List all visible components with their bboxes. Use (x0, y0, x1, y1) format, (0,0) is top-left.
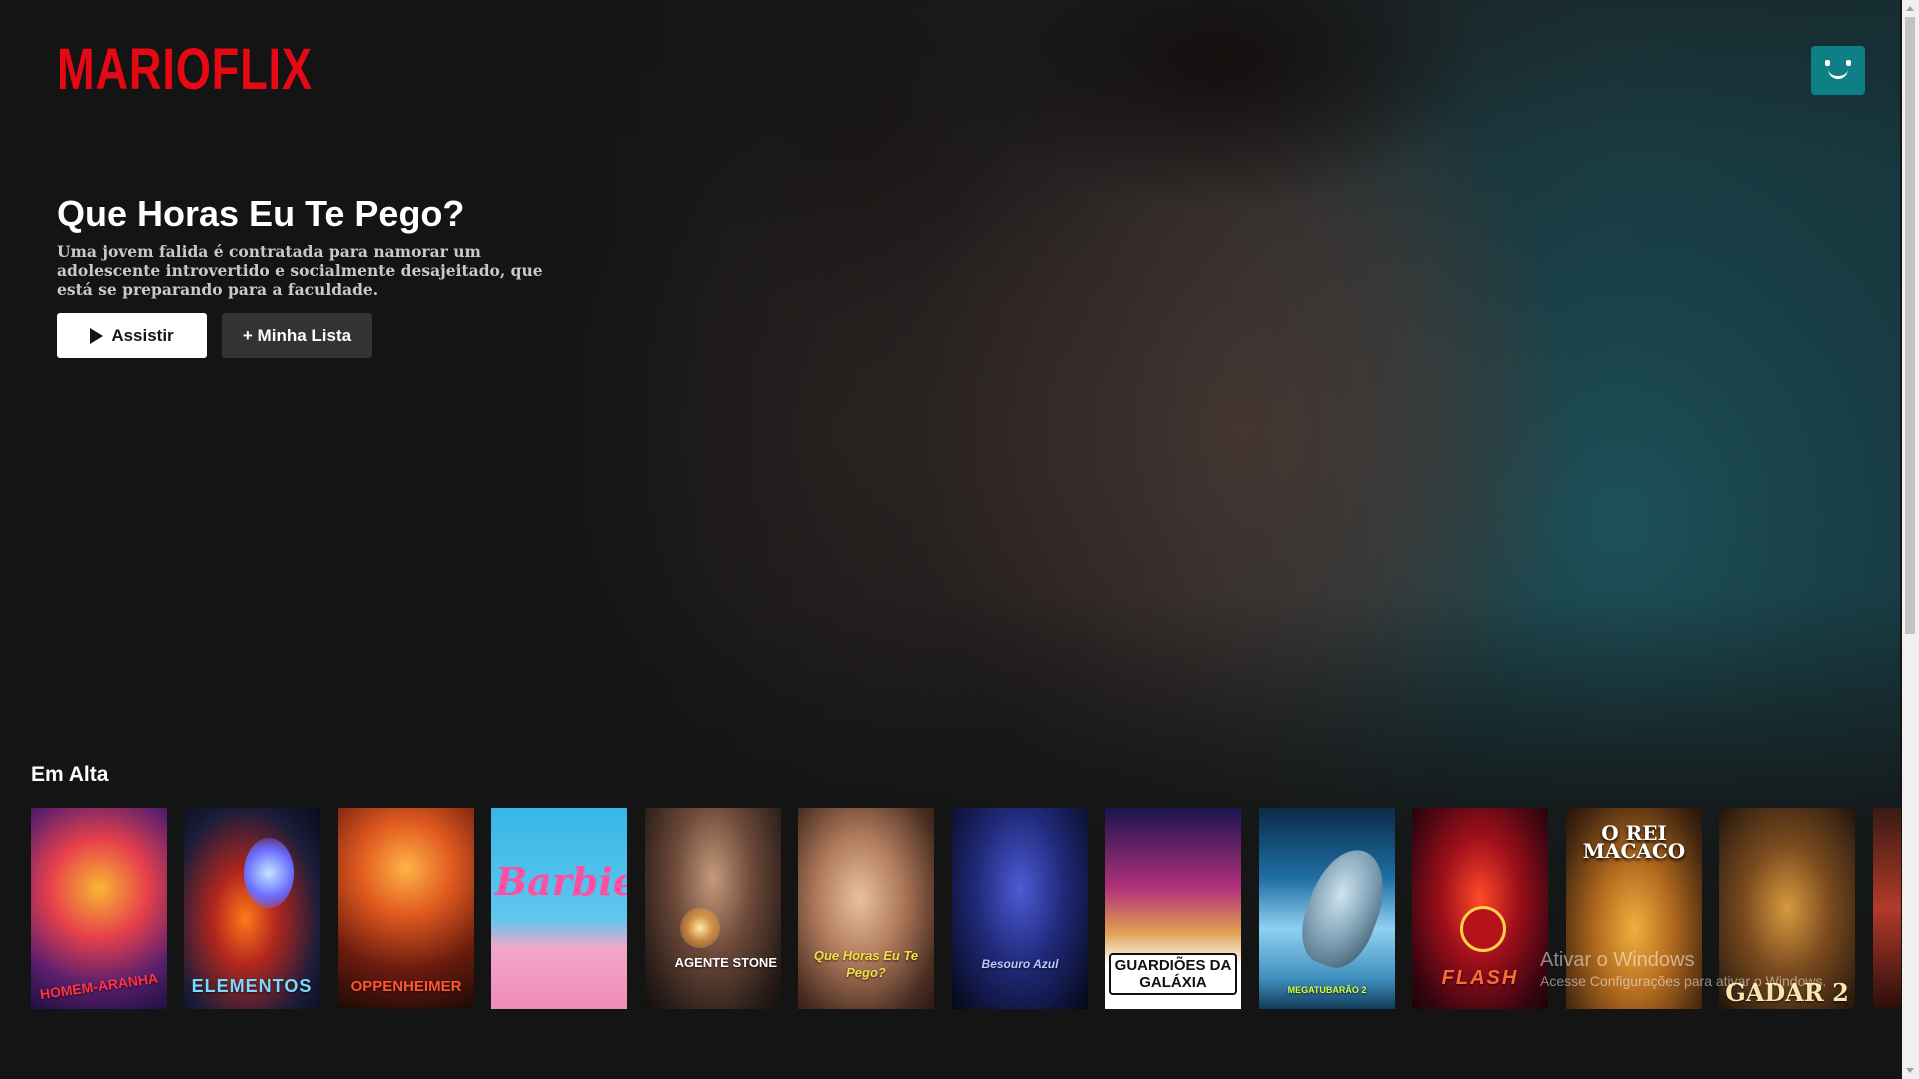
smiley-face-icon (1828, 68, 1848, 79)
poster-guardioes-da-galaxia[interactable]: GUARDIÕES DA GALÁXIA (1105, 808, 1241, 1009)
poster-flash[interactable]: FLASH (1412, 808, 1548, 1009)
poster-title: O REI MACACO (1582, 821, 1686, 863)
poster-title: ELEMENTOS (191, 976, 313, 996)
poster-title: GUARDIÕES DA GALÁXIA (1109, 953, 1237, 995)
featured-info: Que Horas Eu Te Pego? Uma jovem falida é… (57, 192, 577, 299)
watermark-title: Ativar o Windows (1540, 949, 1695, 971)
featured-actions: Assistir + Minha Lista (57, 313, 372, 358)
poster-title: Que Horas Eu Te Pego? (813, 948, 919, 980)
poster-partial[interactable] (1873, 808, 1901, 1009)
poster-title: Besouro Azul (981, 957, 1059, 971)
my-list-button-label: + Minha Lista (242, 325, 352, 345)
avatar-right-eye (1846, 60, 1851, 66)
poster-agente-stone[interactable]: AGENTE STONE (645, 808, 781, 1009)
poster-que-horas-eu-te-pego[interactable]: Que Horas Eu Te Pego? (798, 808, 934, 1009)
poster-title: AGENTE STONE (674, 955, 777, 970)
poster-barbie[interactable]: Barbie (491, 808, 627, 1009)
avatar-left-eye (1825, 60, 1830, 66)
scroll-down-arrow-icon[interactable] (1906, 1068, 1914, 1073)
play-button-label: Assistir (111, 325, 174, 345)
page: MARIOFLIX Que Horas Eu Te Pego? Uma jove… (0, 0, 1919, 1079)
marioflix-logo[interactable]: MARIOFLIX (57, 38, 313, 102)
poster-oppenheimer[interactable]: OPPENHEIMER (338, 808, 474, 1009)
poster-elementos[interactable]: ELEMENTOS (184, 808, 320, 1009)
poster-art (244, 838, 294, 908)
vertical-scrollbar[interactable] (1902, 0, 1919, 1079)
poster-title: HOMEM-ARANHA (38, 969, 159, 1003)
scroll-up-arrow-icon[interactable] (1906, 6, 1914, 11)
poster-besouro-azul[interactable]: Besouro Azul (952, 808, 1088, 1009)
scrollbar-thumb[interactable] (1905, 17, 1915, 634)
flash-emblem-icon (1460, 906, 1506, 952)
featured-description: Uma jovem falida é contratada para namor… (57, 242, 543, 299)
poster-title: OPPENHEIMER (350, 978, 462, 995)
poster-art (1290, 839, 1395, 977)
poster-megatubarao-2[interactable]: MEGATUBARÃO 2 (1259, 808, 1395, 1009)
my-list-button[interactable]: + Minha Lista (222, 313, 372, 358)
poster-homem-aranha[interactable]: HOMEM-ARANHA (31, 808, 167, 1009)
featured-title: Que Horas Eu Te Pego? (57, 193, 465, 234)
poster-title: Barbie (495, 859, 627, 904)
poster-title: FLASH (1441, 967, 1519, 989)
play-icon (90, 327, 104, 344)
play-button[interactable]: Assistir (57, 313, 207, 358)
poster-art (680, 908, 720, 948)
poster-title: MEGATUBARÃO 2 (1287, 985, 1367, 995)
watermark-subtitle: Acesse Configurações para ativar o Windo… (1540, 973, 1827, 989)
windows-activation-watermark: Ativar o Windows Acesse Configurações pa… (1540, 948, 1826, 990)
profile-avatar[interactable] (1811, 46, 1865, 95)
row-title-trending: Em Alta (31, 763, 109, 786)
